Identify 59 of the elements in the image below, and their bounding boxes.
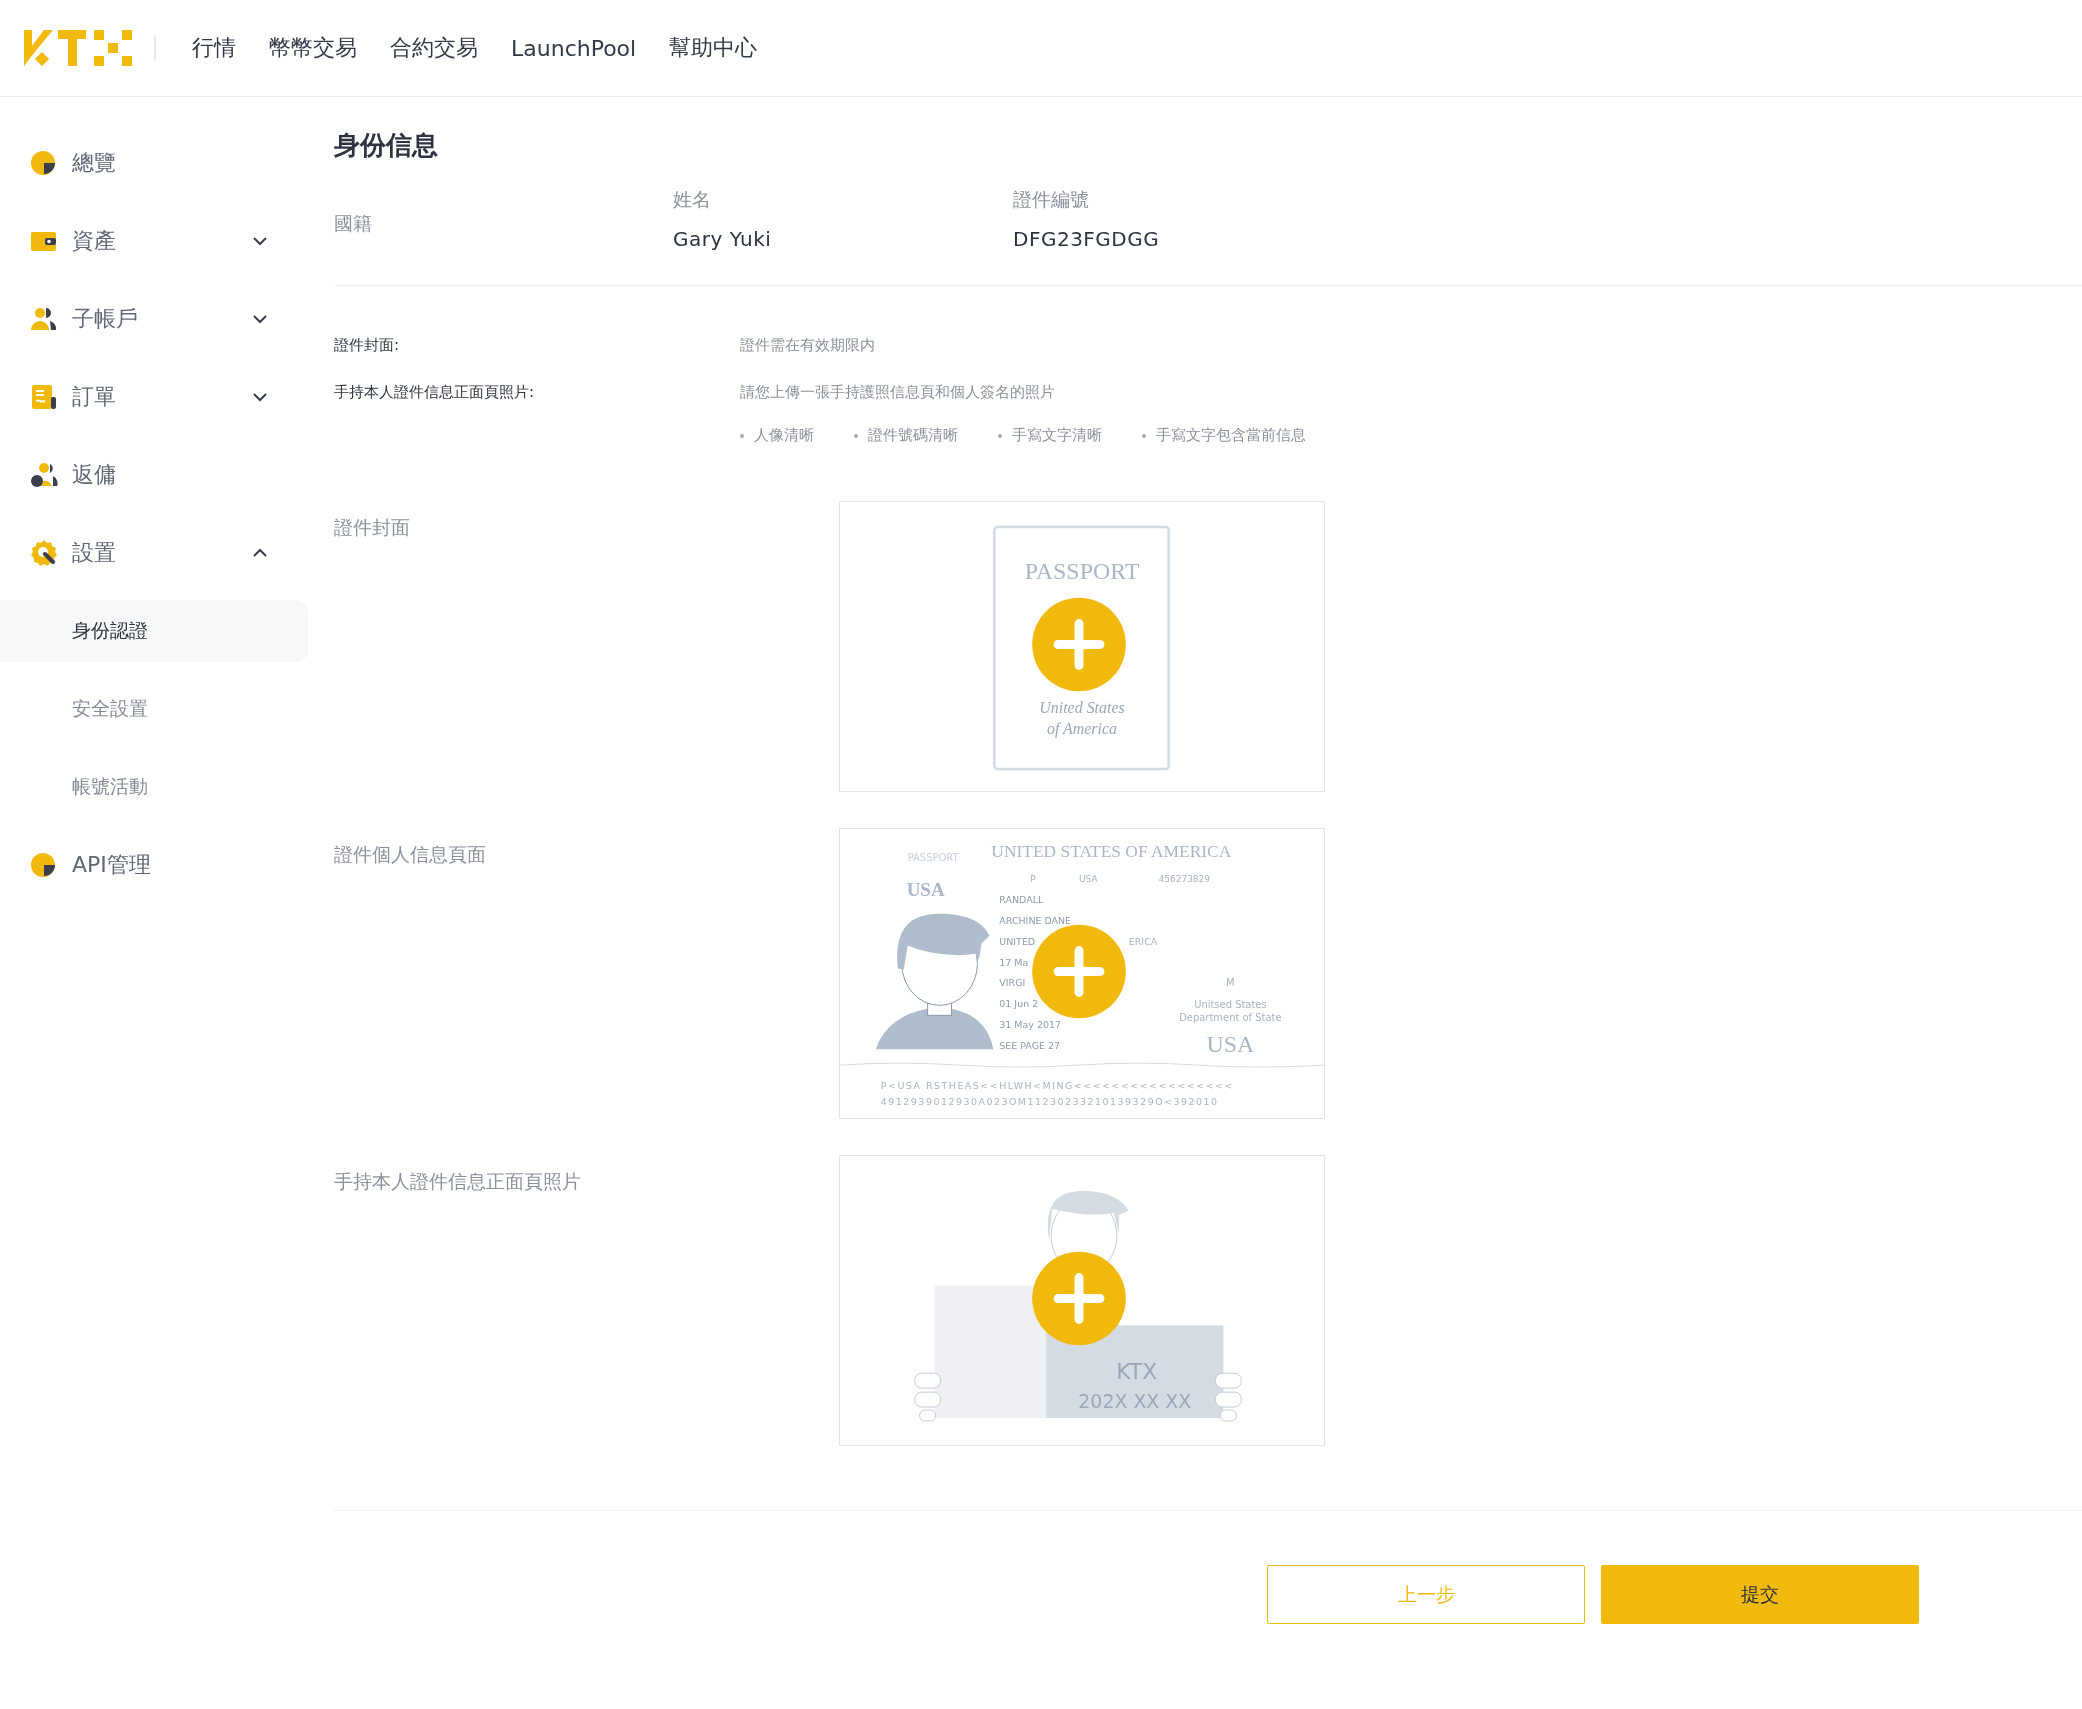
field-value: Gary Yuki [673, 227, 773, 251]
passport-field-value: RANDALL [999, 893, 1044, 905]
sidebar-item[interactable]: 返傭 [0, 436, 308, 514]
passport-field-value: UNITED [999, 935, 1036, 947]
sidebar-item[interactable]: 訂單 [0, 358, 308, 436]
nav-link[interactable]: LaunchPool [511, 35, 637, 61]
nav-link[interactable]: 行情 [192, 33, 236, 63]
requirement-bullet: 人像清晰 [740, 426, 814, 445]
sidebar-item[interactable]: 設置 [0, 514, 308, 592]
requirement-label: 手持本人證件信息正面頁照片: [334, 383, 536, 402]
authority-text: M [1226, 977, 1235, 989]
sidebar-item[interactable]: API管理 [0, 826, 308, 904]
sidebar-item[interactable]: 總覽 [0, 124, 308, 202]
nav-link[interactable]: 幫助中心 [669, 33, 758, 63]
passport-field-value: ERICA [1128, 935, 1158, 947]
authority-text: Department of State [1179, 1012, 1282, 1024]
passport-field-value: 456273829 [1158, 873, 1210, 884]
machine-readable-line: 4912939012930A023OM11230233210139329O<392010 [880, 1095, 1219, 1107]
sidebar-item[interactable]: 資產 [0, 202, 308, 280]
passport-field-value: VIRGI [999, 977, 1026, 989]
field-label: 證件編號 [1013, 187, 1090, 212]
requirement-text: 證件需在有效期限内 [740, 336, 876, 355]
passport-field-value: 31 May 2017 [999, 1019, 1061, 1031]
watermark-text: USA [1206, 1031, 1255, 1058]
page-title: 身份信息 [334, 129, 439, 162]
upload-label: 手持本人證件信息正面頁照片 [334, 1169, 582, 1194]
country-code: USA [906, 878, 945, 900]
submit-button[interactable]: 提交 [1601, 1565, 1919, 1624]
authority-text: Unitsed States [1194, 999, 1267, 1011]
machine-readable-line: P<USA RSTHEAS<<HLWH<MING<<<<<<<<<<<<<<<<< [880, 1080, 1234, 1091]
passport-field-value: SEE PAGE 27 [999, 1040, 1061, 1052]
passport-label: PASSPORT [907, 851, 959, 863]
sidebar-subitem[interactable]: 安全設置 [0, 678, 308, 740]
field-label: 國籍 [334, 211, 373, 236]
requirement-bullet: 手寫文字清晰 [998, 426, 1102, 445]
passport-field-value: ARCHINE DANE [999, 914, 1072, 926]
upload-label: 證件封面 [334, 515, 411, 540]
requirement-label: 證件封面: [334, 336, 401, 355]
field-label: 姓名 [673, 187, 712, 212]
upload-label: 證件個人信息頁面 [334, 842, 487, 867]
sign-text: 202X XX XX [1078, 1390, 1192, 1413]
requirement-bullet: 手寫文字包含當前信息 [1142, 426, 1306, 445]
sidebar-subitem[interactable]: 帳號活動 [0, 756, 308, 818]
passport-title: PASSPORT [1024, 557, 1140, 584]
passport-subtitle: United States [1039, 699, 1125, 717]
passport-subtitle: of America [1047, 720, 1117, 738]
passport-field-value: P [1030, 873, 1036, 884]
nav-link[interactable]: 幣幣交易 [269, 33, 357, 63]
nav-link[interactable]: 合約交易 [390, 33, 478, 63]
sidebar-item[interactable]: 子帳戶 [0, 280, 308, 358]
requirement-bullet: 證件號碼清晰 [854, 426, 958, 445]
passport-field-value: 01 Jun 2 [999, 998, 1039, 1010]
sidebar-subitem[interactable]: 身份認證 [0, 600, 308, 662]
passport-heading: UNITED STATES OF AMERICA [991, 841, 1232, 861]
passport-field-value: USA [1079, 873, 1098, 884]
passport-field-value: 17 Ma [999, 956, 1029, 968]
sign-text: KTX [1116, 1359, 1158, 1385]
field-value: DFG23FGDGG [1013, 227, 1161, 251]
requirement-text: 請您上傳一張手持護照信息頁和個人簽名的照片 [740, 383, 1056, 402]
